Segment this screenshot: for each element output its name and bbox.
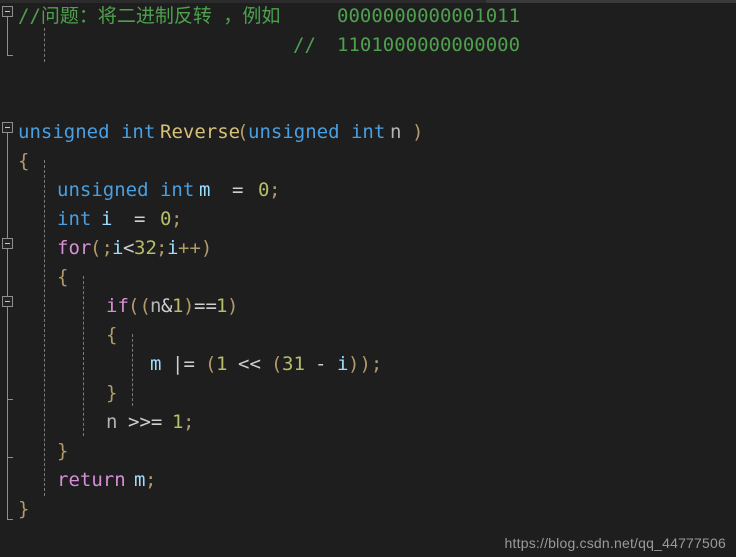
fold-marker-for-loop[interactable] (2, 238, 13, 249)
code-token: unsigned int (57, 179, 206, 201)
code-token: 1 (216, 295, 228, 317)
code-token: < (123, 237, 135, 259)
code-token: ; (269, 179, 281, 201)
code-token: for (57, 237, 92, 259)
editor-fold-gutter[interactable] (0, 0, 20, 557)
code-token: 1 (172, 295, 184, 317)
indent-guide (44, 160, 45, 496)
fold-rail-foot (7, 55, 13, 56)
code-token: ) (183, 295, 195, 317)
code-token: ; (171, 208, 183, 230)
code-token: 1 (172, 411, 184, 433)
code-token: ; (156, 237, 168, 259)
code-token: i (337, 353, 349, 375)
fold-rail-foot (7, 457, 13, 458)
indent-guide (132, 334, 133, 406)
code-token: >>= (128, 411, 163, 433)
code-token: return (57, 469, 138, 491)
code-token: n (150, 295, 162, 317)
code-token: ) (412, 121, 424, 143)
code-token: 1 (216, 353, 228, 375)
code-token: int (57, 208, 103, 230)
fold-rail-foot (7, 399, 13, 400)
code-token: i (101, 208, 113, 230)
code-token: |= (172, 353, 195, 375)
code-token: { (18, 150, 30, 172)
code-token: ( (237, 121, 249, 143)
code-token: == (194, 295, 217, 317)
indent-guide (83, 276, 84, 436)
indent-guide (44, 28, 45, 62)
code-token: ( (271, 353, 283, 375)
code-token: m (150, 353, 162, 375)
fold-marker-function[interactable] (2, 122, 13, 133)
code-token: - (315, 353, 327, 375)
code-token: // (293, 34, 316, 56)
code-token: //问题：将二进制反转 ，例如 (18, 5, 292, 27)
code-token: ) (227, 295, 239, 317)
code-token: ; (183, 411, 195, 433)
code-token: 0 (160, 208, 172, 230)
code-token: 31 (282, 353, 305, 375)
code-token: m (134, 469, 146, 491)
code-token: } (18, 498, 30, 520)
code-token: & (161, 295, 173, 317)
code-token: = (134, 208, 146, 230)
code-token: unsigned int (248, 121, 397, 143)
code-token: unsigned int (18, 121, 167, 143)
code-token: 1101000000000000 (337, 34, 521, 56)
code-token: ( (205, 353, 217, 375)
code-token: n (390, 121, 402, 143)
code-token: << (238, 353, 261, 375)
code-token: { (57, 266, 69, 288)
window-top-edge-highlight (486, 0, 736, 3)
code-token: } (106, 382, 118, 404)
fold-rail (7, 307, 8, 399)
code-token: if (106, 295, 129, 317)
code-token: (( (128, 295, 151, 317)
fold-rail (7, 17, 8, 55)
code-token: 0 (258, 179, 270, 201)
fold-marker-if-block[interactable] (2, 296, 13, 307)
code-token: n (106, 411, 118, 433)
fold-marker-comment-block[interactable] (2, 6, 13, 17)
code-token: 32 (134, 237, 157, 259)
code-token: (; (90, 237, 113, 259)
code-token: } (57, 440, 69, 462)
code-token: ; (145, 469, 157, 491)
code-token: i (112, 237, 124, 259)
fold-rail-foot (7, 519, 13, 520)
code-token: )); (348, 353, 383, 375)
code-token: m (199, 179, 211, 201)
code-token: i (167, 237, 179, 259)
watermark-url: https://blog.csdn.net/qq_44777506 (504, 535, 726, 551)
code-token: 0000000000001011 (337, 5, 521, 27)
code-token: ++) (178, 237, 213, 259)
code-token: = (232, 179, 244, 201)
code-editor-screenshot: //问题：将二进制反转 ，例如 0000000000001011 // 110100… (0, 0, 736, 557)
code-token: Reverse (160, 121, 241, 143)
code-token: { (106, 324, 118, 346)
